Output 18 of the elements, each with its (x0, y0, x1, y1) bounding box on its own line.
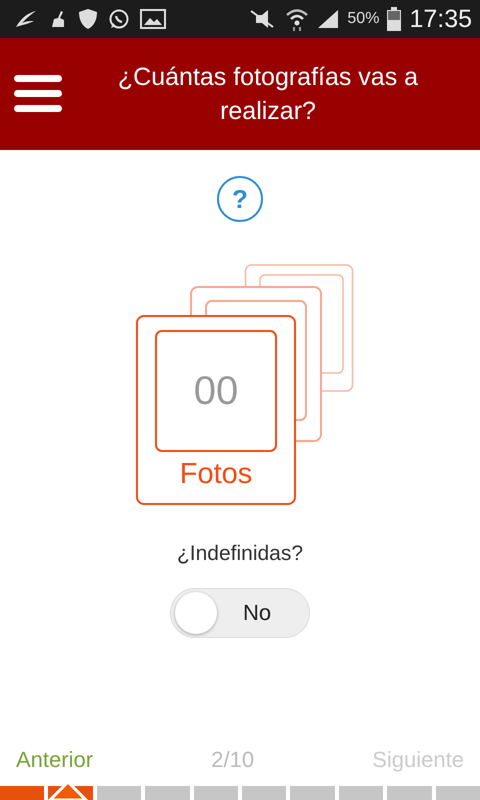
step-counter: 2/10 (211, 747, 254, 773)
feather-icon (14, 9, 38, 29)
chat-icon (108, 8, 130, 30)
wifi-icon (285, 7, 310, 31)
indefinite-question: ¿Indefinidas? (176, 542, 304, 566)
help-button[interactable]: ? (217, 176, 263, 222)
photos-label: Fotos (180, 458, 252, 491)
image-icon (140, 9, 166, 29)
menu-icon[interactable] (14, 75, 62, 113)
page-title: ¿Cuántas fotografías vas a realizar? (116, 62, 420, 127)
signal-icon (317, 9, 340, 29)
battery-percent: 50% (347, 10, 380, 28)
indefinite-toggle[interactable]: No (170, 588, 310, 638)
photo-count-field[interactable]: 00 (155, 330, 277, 452)
shield-icon (78, 8, 98, 30)
previous-link[interactable]: Anterior (16, 747, 94, 773)
clock: 17:35 (409, 4, 472, 34)
battery-icon (387, 7, 402, 31)
